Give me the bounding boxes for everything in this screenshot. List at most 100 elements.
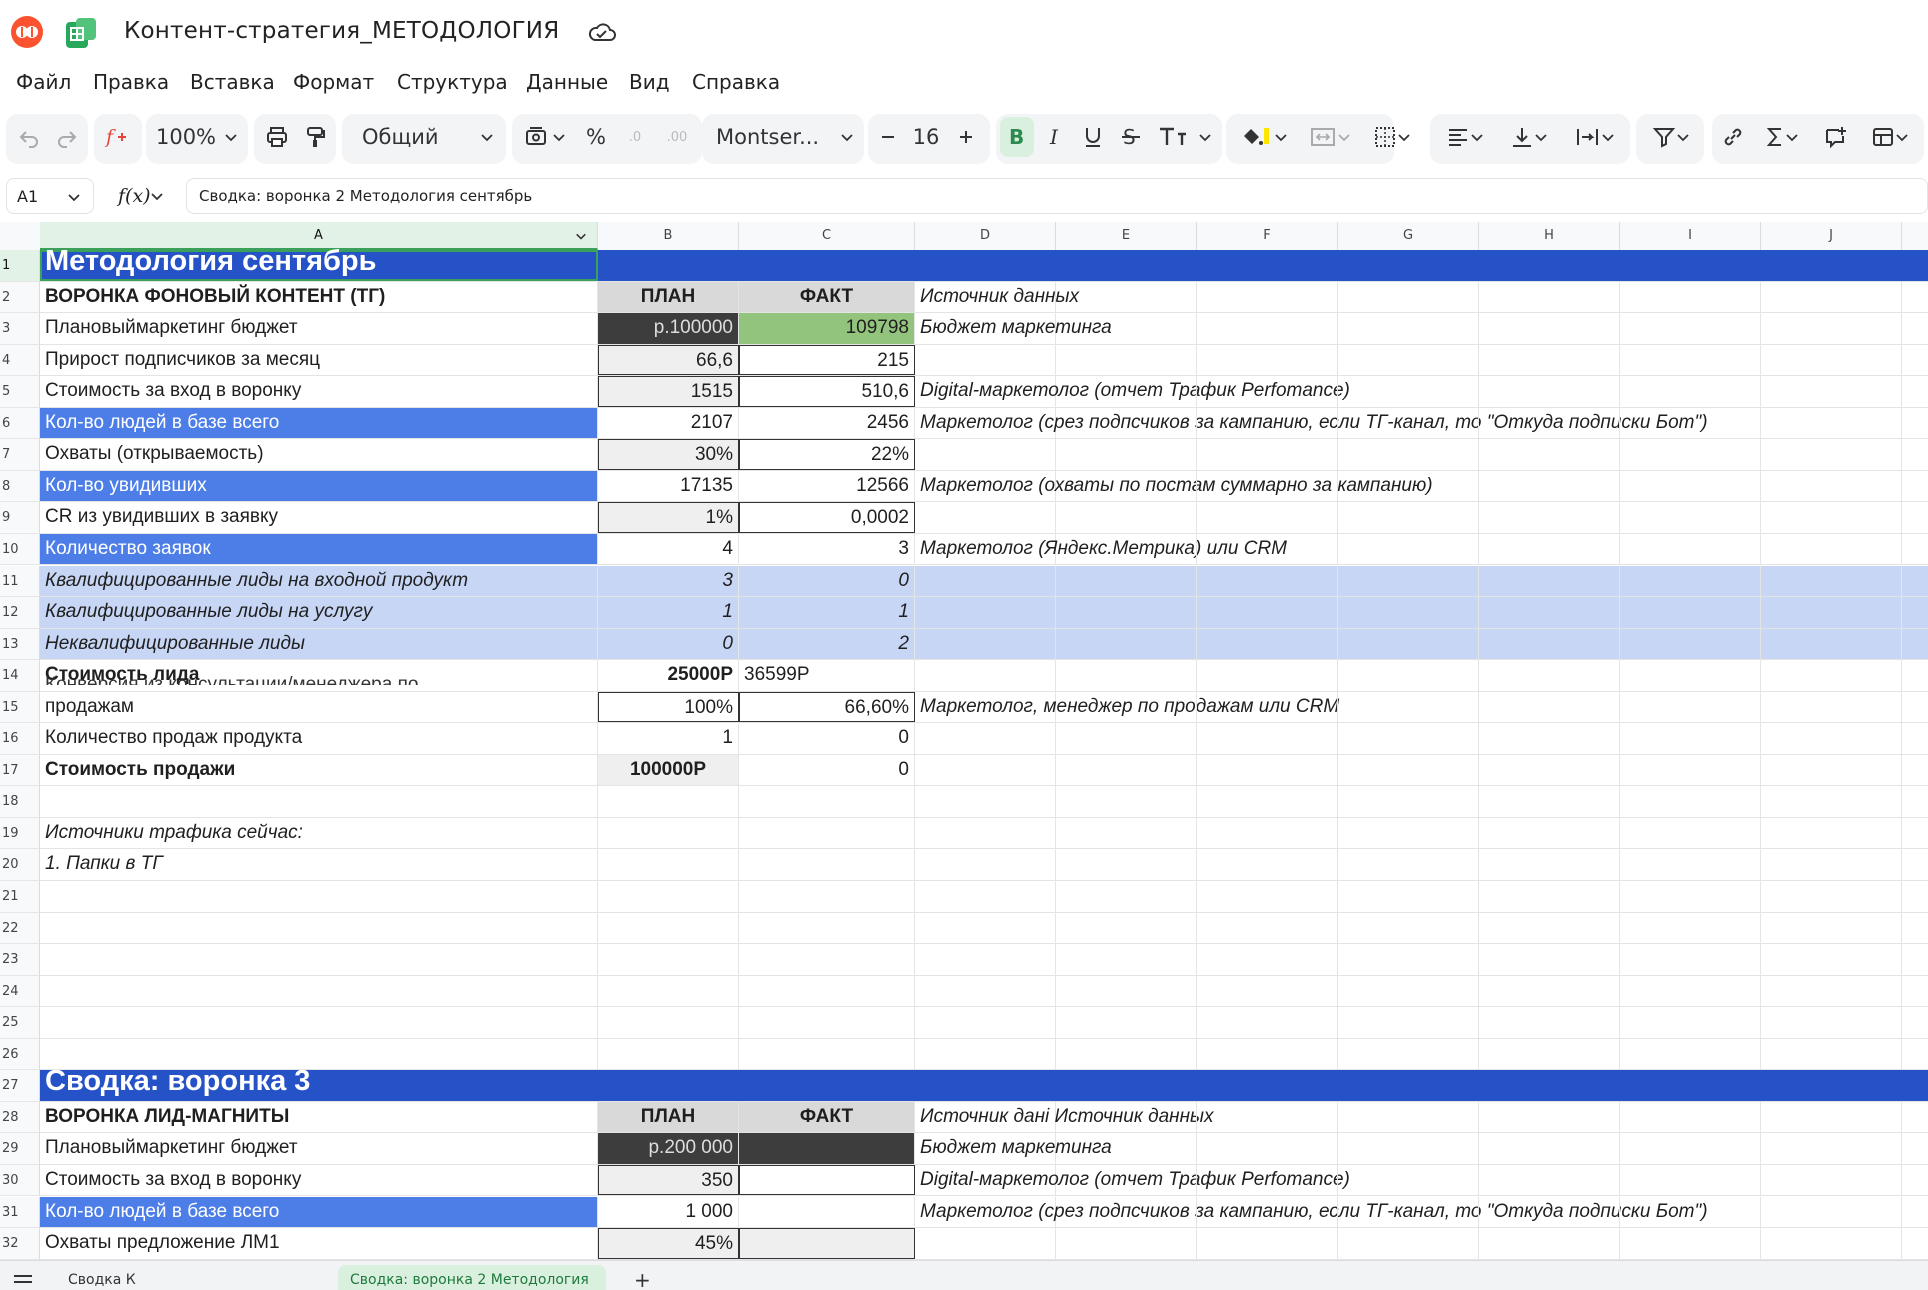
cell-j10[interactable] (1761, 533, 1902, 565)
cell-c6[interactable]: 2456 (739, 407, 915, 439)
cell-i7[interactable] (1620, 439, 1761, 470)
cell-h2[interactable] (1479, 281, 1620, 313)
cell-h15[interactable] (1479, 691, 1620, 723)
cell-d24[interactable] (915, 975, 1056, 1007)
cell-b20[interactable] (598, 849, 739, 880)
cell-b9[interactable]: 1% (598, 502, 739, 533)
column-header-f[interactable]: F (1197, 222, 1338, 250)
cell-d29[interactable]: Бюджет маркетинга (915, 1133, 1112, 1164)
cell-i9[interactable] (1620, 502, 1761, 533)
cell-e9[interactable] (1056, 502, 1197, 533)
insert-table-icon[interactable] (1860, 112, 1920, 162)
row-header-27[interactable]: 27 (0, 1070, 40, 1102)
cell-i20[interactable] (1620, 849, 1761, 880)
cell-b11[interactable]: 3 (598, 565, 739, 597)
cell-c10[interactable]: 3 (739, 533, 915, 565)
cell-d23[interactable] (915, 944, 1056, 975)
cell-f15[interactable] (1197, 691, 1338, 723)
cell-g30[interactable] (1338, 1164, 1479, 1196)
cell-h20[interactable] (1479, 849, 1620, 880)
row-header-13[interactable]: 13 (0, 628, 40, 661)
cell-i13[interactable] (1620, 628, 1761, 660)
cell-g5[interactable] (1338, 376, 1479, 407)
cell-j19[interactable] (1761, 817, 1902, 849)
cell-d21[interactable] (915, 881, 1056, 912)
function-icon[interactable]: f(x) (118, 178, 151, 214)
cell-f23[interactable] (1197, 944, 1338, 975)
cell-h31[interactable] (1479, 1196, 1620, 1228)
cell-c8[interactable]: 12566 (739, 470, 915, 502)
cell-g21[interactable] (1338, 881, 1479, 912)
cell-j23[interactable] (1761, 944, 1902, 975)
cell-e11[interactable] (1056, 565, 1197, 597)
vertical-align-icon[interactable] (1500, 112, 1558, 162)
redo-icon[interactable] (50, 112, 84, 162)
column-header-e[interactable]: E (1056, 222, 1197, 250)
number-format-select[interactable]: Общий (352, 112, 502, 162)
cell-a30[interactable]: Стоимость за вход в воронку (40, 1164, 598, 1196)
column-header-h[interactable]: H (1479, 222, 1620, 250)
cell-d4[interactable] (915, 344, 1056, 376)
cell-g16[interactable] (1338, 723, 1479, 754)
cell-g27[interactable] (1338, 1070, 1479, 1101)
cell-d13[interactable] (915, 628, 1056, 660)
cell-f12[interactable] (1197, 597, 1338, 628)
cell-d20[interactable] (915, 849, 1056, 880)
cell-f11[interactable] (1197, 565, 1338, 597)
print-icon[interactable] (260, 112, 294, 162)
cell-f28[interactable] (1197, 1101, 1338, 1133)
cell-h17[interactable] (1479, 754, 1620, 786)
cell-j32[interactable] (1761, 1228, 1902, 1259)
cell-j27[interactable] (1761, 1070, 1902, 1101)
cell-e5[interactable] (1056, 376, 1197, 407)
cell-i31[interactable] (1620, 1196, 1761, 1228)
cell-a17[interactable]: Стоимость продажи (40, 754, 598, 786)
cell-i12[interactable] (1620, 597, 1761, 628)
cell-j8[interactable] (1761, 470, 1902, 502)
row-header-20[interactable]: 20 (0, 849, 40, 881)
cell-e10[interactable] (1056, 533, 1197, 565)
cell-e3[interactable] (1056, 313, 1197, 344)
menu-insert[interactable]: Вставка (190, 64, 275, 100)
cell-c19[interactable] (739, 817, 915, 849)
cell-c16[interactable]: 0 (739, 723, 915, 754)
cell-b30[interactable]: 350 (598, 1164, 739, 1196)
cell-g29[interactable] (1338, 1133, 1479, 1164)
add-sheet-button[interactable]: + (634, 1271, 654, 1290)
cell-i3[interactable] (1620, 313, 1761, 344)
cell-e8[interactable] (1056, 470, 1197, 502)
cell-i16[interactable] (1620, 723, 1761, 754)
select-all-corner[interactable] (0, 222, 41, 250)
cell-a4[interactable]: Прирост подписчиков за месяц (40, 344, 598, 376)
cell-f4[interactable] (1197, 344, 1338, 376)
cell-c17[interactable]: 0 (739, 754, 915, 786)
cell-d1[interactable] (915, 250, 1056, 281)
cell-b32[interactable]: 45% (598, 1228, 739, 1259)
cell-h29[interactable] (1479, 1133, 1620, 1164)
cell-f20[interactable] (1197, 849, 1338, 880)
cell-e32[interactable] (1056, 1228, 1197, 1259)
cell-b26[interactable] (598, 1038, 739, 1070)
cell-i32[interactable] (1620, 1228, 1761, 1259)
cell-j16[interactable] (1761, 723, 1902, 754)
cell-h25[interactable] (1479, 1007, 1620, 1038)
cell-g19[interactable] (1338, 817, 1479, 849)
cell-a32[interactable]: Охваты предложение ЛМ1 (40, 1228, 598, 1259)
cell-h10[interactable] (1479, 533, 1620, 565)
cell-d2[interactable]: Источник данных (915, 281, 1079, 313)
underline-icon[interactable] (1076, 112, 1110, 162)
cell-g22[interactable] (1338, 912, 1479, 944)
cell-j5[interactable] (1761, 376, 1902, 407)
row-header-22[interactable]: 22 (0, 912, 40, 945)
cell-j20[interactable] (1761, 849, 1902, 880)
text-size-icon[interactable] (1152, 112, 1218, 162)
cell-g4[interactable] (1338, 344, 1479, 376)
column-header-i[interactable]: I (1620, 222, 1761, 250)
cell-e4[interactable] (1056, 344, 1197, 376)
cell-j24[interactable] (1761, 975, 1902, 1007)
menu-help[interactable]: Справка (692, 64, 780, 100)
cell-h4[interactable] (1479, 344, 1620, 376)
cell-i10[interactable] (1620, 533, 1761, 565)
cell-b2[interactable]: ПЛАН (598, 281, 739, 313)
cell-d7[interactable] (915, 439, 1056, 470)
